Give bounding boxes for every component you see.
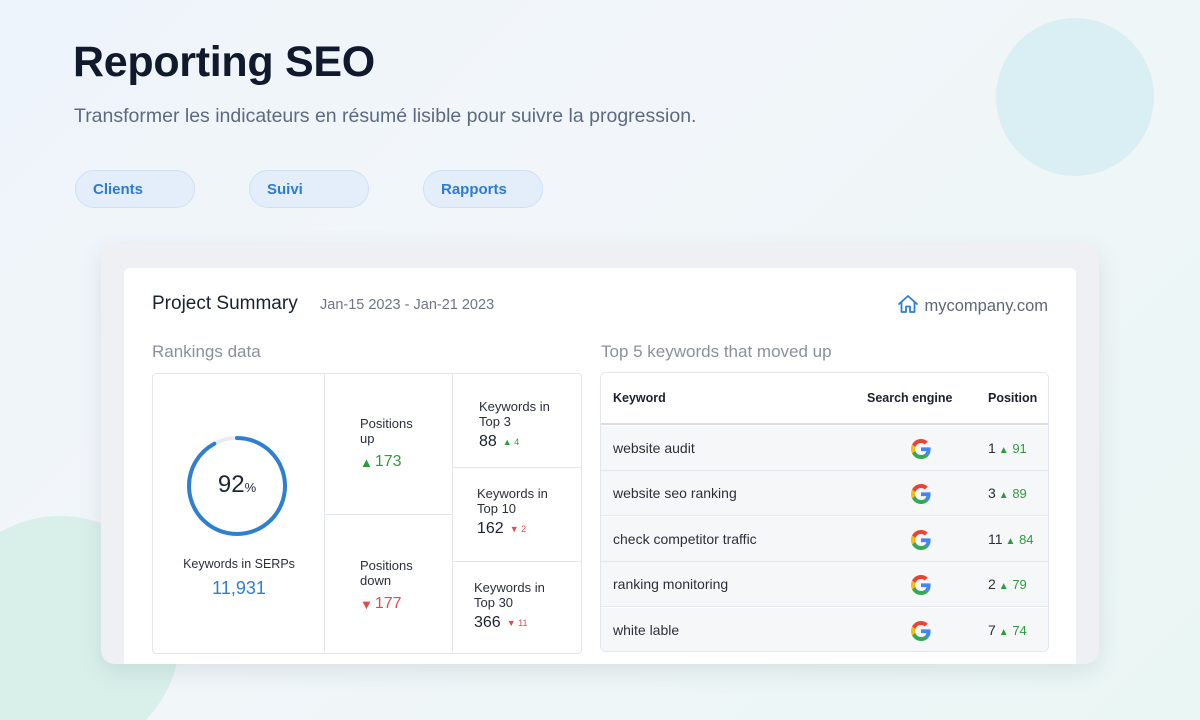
table-row[interactable]: white lable 7 ▲ 74 — [601, 607, 1048, 651]
serps-label: Keywords in SERPs — [183, 557, 295, 571]
top3-value: 88 — [479, 433, 497, 450]
domain-text: mycompany.com — [924, 297, 1048, 315]
summary-title: Project Summary — [152, 293, 298, 314]
positions-down-value: ▼ 177 — [360, 595, 402, 612]
serps-value: 11,931 — [212, 578, 266, 598]
divider — [452, 467, 581, 468]
arrow-up-icon: ▲ — [1005, 535, 1016, 547]
arrow-down-icon: ▼ — [506, 618, 516, 628]
keyword-cell: website audit — [613, 440, 695, 456]
page-subtitle: Transformer les indicateurs en résumé li… — [74, 105, 697, 127]
pill-rapports[interactable]: Rapports — [423, 170, 543, 208]
top30-delta: ▼ 11 — [506, 618, 528, 628]
table-row[interactable]: check competitor traffic 11 ▲ 84 — [601, 516, 1048, 562]
google-icon — [911, 620, 931, 641]
google-icon — [911, 439, 931, 459]
position-cell: 3 ▲ 89 — [988, 485, 1027, 502]
rankings-panel: 92% Keywords in SERPs 11,931 Positions u… — [152, 373, 582, 654]
top3-value-row: 88 ▲ 4 — [479, 433, 519, 451]
divider — [324, 514, 452, 515]
pill-suivi[interactable]: Suivi — [249, 170, 369, 208]
arrow-up-icon: ▲ — [998, 445, 1009, 456]
top10-label: Keywords in Top 10 — [477, 486, 548, 516]
arrow-up-icon: ▲ — [502, 437, 512, 447]
column-header-position[interactable]: Position — [988, 391, 1037, 405]
top30-value-row: 366 ▼ 11 — [474, 614, 527, 632]
positions-up-label: Positions up — [360, 416, 413, 446]
arrow-up-icon: ▲ — [360, 454, 373, 470]
column-header-search-engine[interactable]: Search engine — [867, 391, 952, 405]
table-row[interactable]: website seo ranking 3 ▲ 89 — [601, 471, 1048, 517]
keyword-cell: website seo ranking — [613, 485, 737, 502]
top10-value: 162 — [477, 520, 504, 537]
positions-down-label: Positions down — [360, 558, 413, 588]
divider — [452, 561, 581, 562]
top30-value: 366 — [474, 614, 501, 631]
position-cell: 2 ▲ 79 — [988, 576, 1027, 593]
column-header-keyword[interactable]: Keyword — [613, 391, 666, 405]
project-summary-card: Project Summary Jan-15 2023 - Jan-21 202… — [124, 268, 1076, 664]
top3-delta: ▲ 4 — [502, 437, 520, 447]
arrow-up-icon: ▲ — [998, 581, 1009, 593]
keyword-cell: ranking monitoring — [613, 576, 729, 593]
serps-percent: 92% — [217, 471, 257, 498]
serps-progress-ring: 92% — [185, 434, 289, 538]
position-delta: ▲ 79 — [998, 577, 1027, 593]
home-icon — [897, 294, 919, 319]
top3-label: Keywords in Top 3 — [479, 399, 550, 429]
arrow-down-icon: ▼ — [509, 524, 519, 534]
positions-up-value: ▲ 173 — [360, 453, 402, 470]
google-icon — [911, 575, 931, 596]
table-row[interactable]: ranking monitoring 2 ▲ 79 — [601, 562, 1048, 608]
pill-clients[interactable]: Clients — [75, 170, 195, 208]
arrow-down-icon: ▼ — [360, 596, 373, 612]
keywords-table: Keyword Search engine Position website a… — [600, 372, 1049, 652]
keywords-section-label: Top 5 keywords that moved up — [601, 342, 832, 361]
decorative-circle-top-right — [996, 18, 1154, 176]
page-title: Reporting SEO — [73, 38, 375, 86]
position-cell: 7 ▲ 74 — [988, 621, 1027, 638]
position-cell: 1 ▲ 91 — [988, 440, 1027, 456]
domain-link[interactable]: mycompany.com — [897, 294, 1048, 319]
position-cell: 11 ▲ 84 — [988, 530, 1034, 547]
arrow-up-icon: ▲ — [998, 490, 1009, 502]
table-row[interactable]: website audit 1 ▲ 91 — [601, 426, 1048, 471]
google-icon — [911, 484, 931, 505]
top10-value-row: 162 ▼ 2 — [477, 520, 526, 538]
divider — [452, 374, 453, 653]
keyword-cell: white lable — [613, 621, 680, 638]
arrow-up-icon: ▲ — [998, 626, 1009, 638]
keyword-cell: check competitor traffic — [613, 530, 757, 547]
date-range: Jan-15 2023 - Jan-21 2023 — [320, 297, 495, 313]
google-icon — [911, 529, 931, 550]
top10-delta: ▼ 2 — [509, 524, 527, 534]
position-delta: ▲ 74 — [998, 622, 1027, 638]
position-delta: ▲ 89 — [998, 486, 1027, 502]
rankings-section-label: Rankings data — [152, 342, 261, 361]
top30-label: Keywords in Top 30 — [474, 580, 545, 610]
table-header: Keyword Search engine Position — [601, 373, 1048, 425]
position-delta: ▲ 84 — [1005, 531, 1034, 547]
position-delta: ▲ 91 — [998, 441, 1027, 456]
